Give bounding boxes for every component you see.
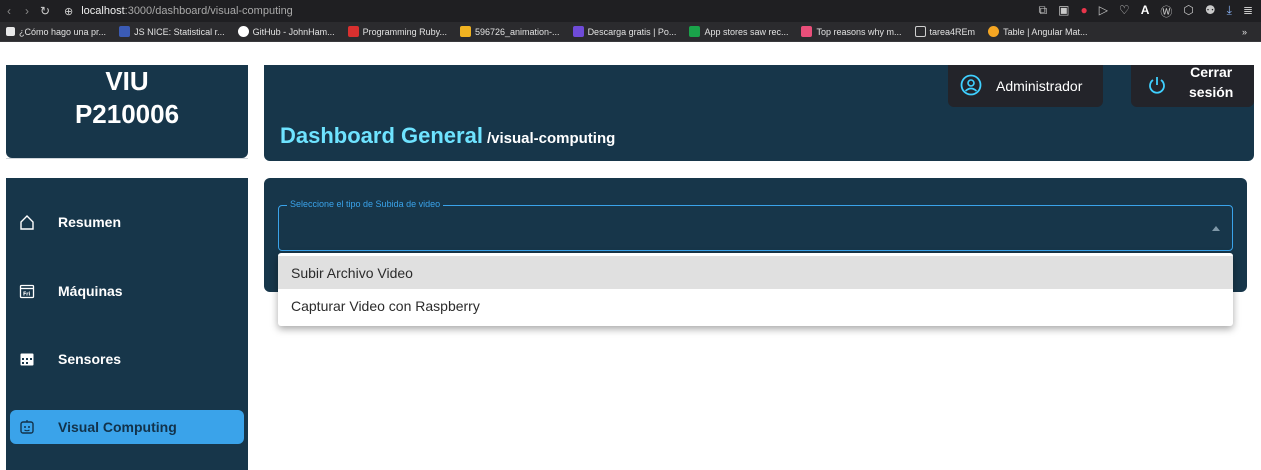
puzzle-icon[interactable]: ⬡: [1183, 3, 1193, 20]
bookmark-folder[interactable]: tarea4REm: [914, 26, 975, 37]
calendar-icon: Fri: [18, 282, 36, 300]
calendar-grid-icon: [18, 350, 36, 368]
bookmark[interactable]: 596726_animation-...: [460, 26, 560, 37]
option-capture-raspberry[interactable]: Capturar Video con Raspberry: [278, 289, 1233, 322]
logout-label: Cerrar sesión: [1189, 64, 1234, 100]
browser-extensions: ⧉ ▣ ● ▷ ♡ A Ⓦ ⬡ ⚉ ⤓ ≣: [1039, 3, 1253, 20]
play-icon[interactable]: ▷: [1099, 3, 1108, 20]
brand-logo: VIU P210006: [6, 65, 248, 158]
sidebar-item-label: Visual Computing: [58, 419, 177, 435]
sidebar: Resumen Fri Máquinas Sensores Visual Com…: [6, 178, 248, 470]
w-extension-icon[interactable]: Ⓦ: [1160, 3, 1172, 20]
user-menu-button[interactable]: Administrador: [948, 65, 1103, 107]
bookmark[interactable]: Descarga gratis | Po...: [572, 26, 676, 37]
sidebar-item-visual-computing[interactable]: Visual Computing: [10, 410, 244, 444]
bookmark[interactable]: ¿Cómo hago una pr...: [6, 27, 106, 37]
user-icon: [960, 74, 982, 99]
select-label: Seleccione el tipo de Subida de video: [287, 199, 444, 209]
profile-icon[interactable]: ⚉: [1205, 3, 1216, 20]
brand-line2: P210006: [74, 99, 180, 129]
sidebar-item-label: Sensores: [58, 351, 122, 367]
reload-icon[interactable]: ↻: [36, 4, 54, 18]
page-title: Dashboard General/visual-computing: [280, 123, 616, 148]
caret-up-icon[interactable]: [1212, 226, 1220, 231]
bookmark[interactable]: JS NICE: Statistical r...: [119, 26, 225, 37]
sidebar-item-label: Máquinas: [58, 283, 123, 299]
screenshot-icon[interactable]: ▣: [1058, 3, 1069, 20]
browser-toolbar: ‹ › ↻ ⊕ localhost:3000/dashboard/visual-…: [0, 0, 1261, 22]
power-icon: [1147, 75, 1167, 98]
bookmark[interactable]: Programming Ruby...: [347, 26, 447, 37]
sidebar-divider: [6, 158, 248, 178]
bookmarks-bar: ¿Cómo hago una pr... JS NICE: Statistica…: [0, 22, 1261, 42]
share-icon[interactable]: ⧉: [1039, 3, 1048, 20]
brand-line1: VIU: [105, 66, 149, 96]
bookmark[interactable]: App stores saw rec...: [689, 26, 788, 37]
page-header: Administrador Cerrar sesión Dashboard Ge…: [264, 64, 1254, 161]
address-bar[interactable]: ⊕ localhost:3000/dashboard/visual-comput…: [64, 5, 293, 18]
video-upload-type-select[interactable]: Seleccione el tipo de Subida de video: [278, 199, 1233, 251]
sidebar-item-sensores[interactable]: Sensores: [10, 342, 244, 376]
select-dropdown-menu: Subir Archivo Video Capturar Video con R…: [278, 253, 1233, 326]
bookmark[interactable]: Table | Angular Mat...: [988, 26, 1087, 37]
site-info-icon[interactable]: ⊕: [64, 5, 73, 18]
url-host: localhost: [81, 5, 125, 17]
breadcrumb: /visual-computing: [486, 130, 616, 147]
download-icon[interactable]: ⤓: [1227, 3, 1232, 20]
forward-icon[interactable]: ›: [18, 4, 36, 18]
user-label: Administrador: [996, 78, 1083, 94]
svg-text:Fri: Fri: [23, 292, 31, 298]
shield-icon[interactable]: ●: [1080, 3, 1087, 20]
option-upload-file[interactable]: Subir Archivo Video: [278, 256, 1233, 289]
menu-icon[interactable]: ≣: [1243, 3, 1253, 20]
sidebar-item-maquinas[interactable]: Fri Máquinas: [10, 274, 244, 308]
bookmark[interactable]: GitHub - JohnHam...: [237, 26, 335, 37]
home-icon: [18, 213, 36, 231]
sidebar-item-resumen[interactable]: Resumen: [10, 205, 244, 239]
more-bookmarks-icon[interactable]: »: [1242, 27, 1247, 37]
back-icon[interactable]: ‹: [0, 4, 18, 18]
heart-icon[interactable]: ♡: [1119, 3, 1130, 20]
a-extension-icon[interactable]: A: [1141, 3, 1150, 20]
robot-face-icon: [18, 418, 36, 436]
sidebar-item-label: Resumen: [58, 214, 122, 230]
url-path: :3000/dashboard/visual-computing: [124, 5, 293, 17]
bookmark[interactable]: Top reasons why m...: [801, 26, 902, 37]
logout-button[interactable]: Cerrar sesión: [1131, 64, 1254, 107]
